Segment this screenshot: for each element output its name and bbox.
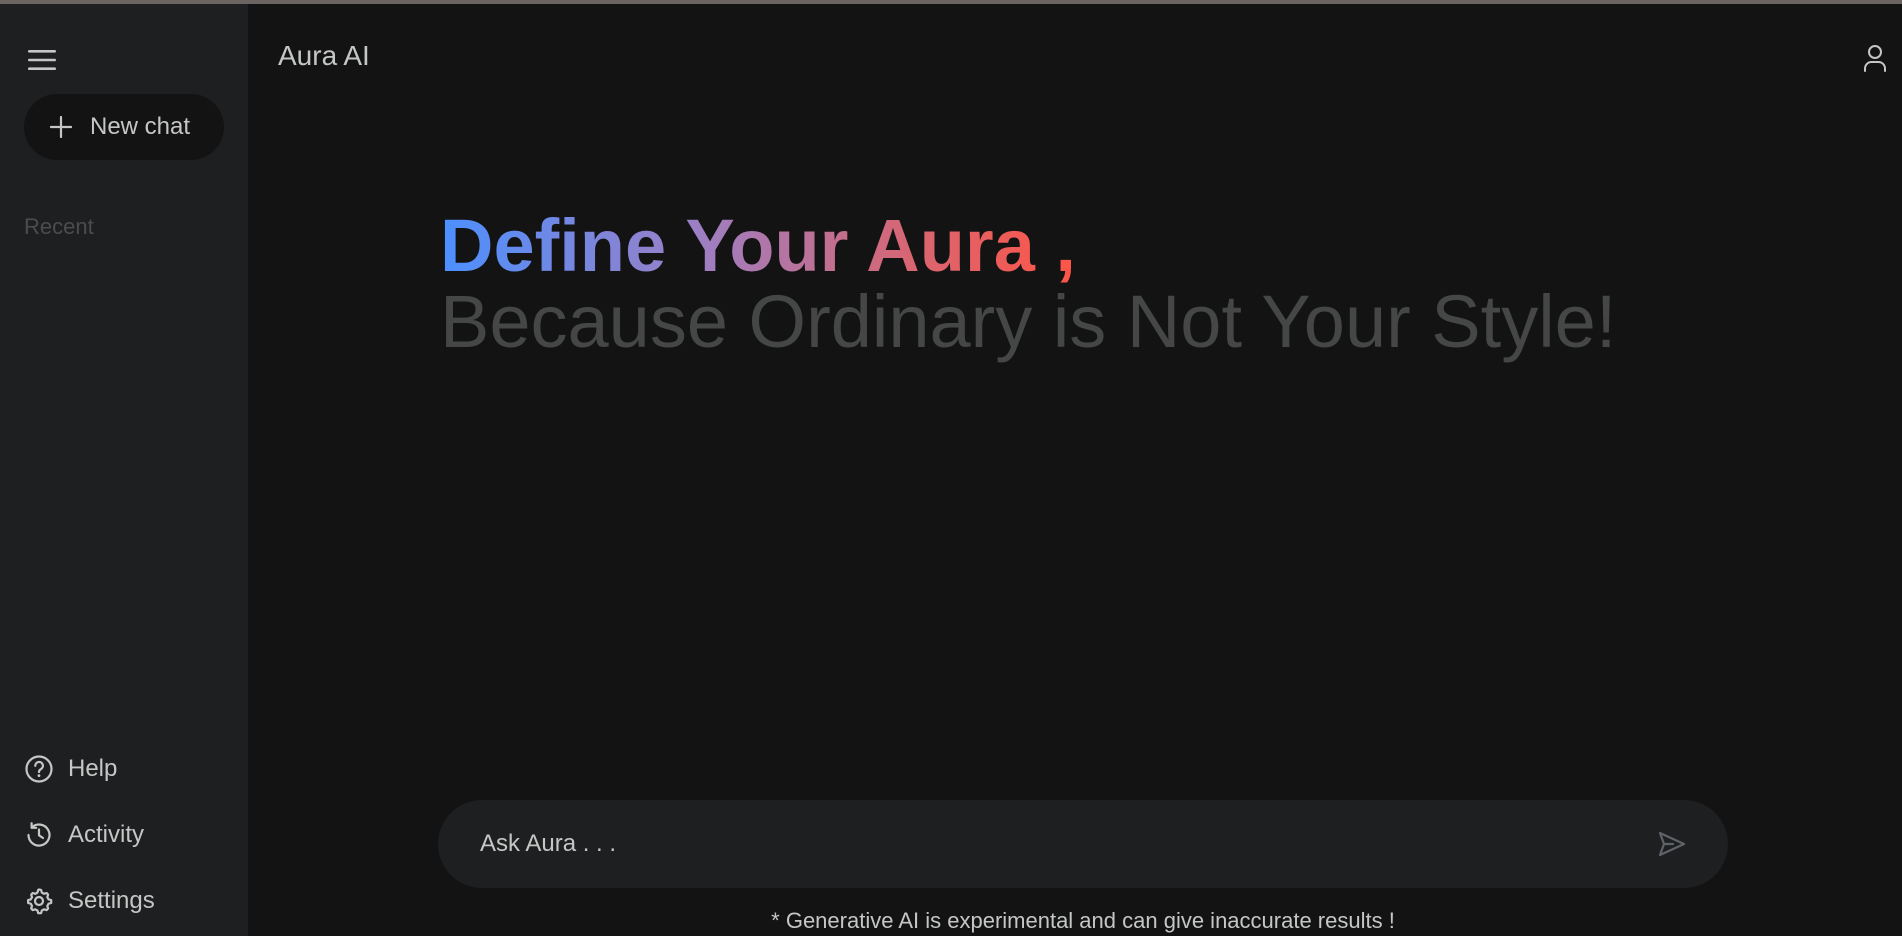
user-profile-button[interactable] xyxy=(1860,42,1890,74)
recent-heading: Recent xyxy=(24,214,94,239)
prompt-input[interactable] xyxy=(480,800,1630,888)
hamburger-menu-icon xyxy=(28,50,56,70)
new-chat-button[interactable]: New chat xyxy=(24,94,224,160)
history-icon xyxy=(27,822,51,847)
sidebar-item-help[interactable]: Help xyxy=(24,749,117,789)
menu-button[interactable] xyxy=(26,46,58,74)
disclaimer-text: * Generative AI is experimental and can … xyxy=(771,908,1395,933)
send-icon xyxy=(1658,831,1686,857)
sidebar-item-activity[interactable]: Activity xyxy=(24,815,144,855)
plus-icon xyxy=(50,116,72,138)
sidebar-item-label: Activity xyxy=(68,821,145,848)
sidebar-item-settings[interactable]: Settings xyxy=(24,881,155,921)
prompt-bar xyxy=(438,800,1728,888)
gear-icon xyxy=(27,888,53,915)
sidebar-item-label: Settings xyxy=(68,887,155,914)
sidebar: New chat Recent Help Activity Settings xyxy=(0,4,248,936)
new-chat-label: New chat xyxy=(90,113,191,140)
app-window: New chat Recent Help Activity Settings A… xyxy=(0,0,1902,936)
user-icon xyxy=(1864,45,1886,72)
app-title: Aura AI xyxy=(278,40,370,71)
greeting-headline: Define Your Aura , xyxy=(440,204,1076,287)
help-circle-icon xyxy=(25,755,53,783)
send-button[interactable] xyxy=(1654,826,1690,862)
sidebar-item-label: Help xyxy=(68,755,118,782)
greeting-subline: Because Ordinary is Not Your Style! xyxy=(440,280,1617,363)
